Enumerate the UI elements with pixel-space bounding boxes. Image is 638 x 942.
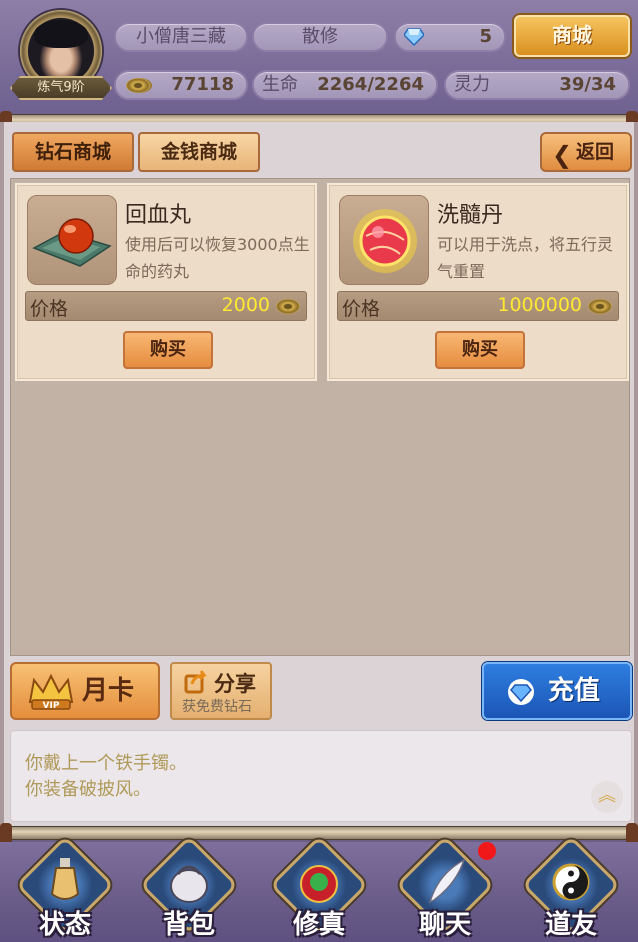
- message-log: 你戴上一个铁手镯。 你装备破披风。 ︽: [10, 730, 632, 822]
- coin-icon: [126, 78, 150, 93]
- item-icon-box: [27, 195, 117, 285]
- monthly-card-button[interactable]: VIP 月卡: [10, 662, 160, 720]
- nav-bag[interactable]: 背包: [134, 835, 244, 942]
- hp-label: 生命: [262, 74, 298, 95]
- item-grid: 回血丸 使用后可以恢复3000点生命的药丸 价格 2000 购买 洗髓丹 可以用…: [10, 178, 630, 656]
- item-name: 回血丸: [125, 203, 192, 228]
- share-button[interactable]: 分享 获免费钻石: [170, 662, 272, 720]
- diamond-icon: [404, 28, 424, 46]
- item-name: 洗髓丹: [437, 203, 504, 228]
- player-sect: 散修: [252, 22, 388, 52]
- nav-friends[interactable]: 道友: [516, 835, 626, 942]
- svg-text:VIP: VIP: [43, 701, 60, 711]
- recharge-button[interactable]: 充值: [482, 662, 632, 720]
- potion-icon: [50, 858, 80, 900]
- item-description: 使用后可以恢复3000点生命的药丸: [125, 235, 310, 281]
- item-icon-box: [339, 195, 429, 285]
- buy-button[interactable]: 购买: [435, 331, 525, 369]
- vip-crown-icon: VIP: [28, 673, 74, 711]
- player-name: 小僧唐三藏: [114, 22, 248, 52]
- price-label: 价格: [342, 298, 381, 320]
- shop-button[interactable]: 商城: [514, 15, 630, 57]
- scroll-rod-bottom: [0, 823, 638, 845]
- nav-status[interactable]: 状态: [10, 835, 120, 942]
- log-line: 你装备破披风。: [25, 779, 151, 800]
- avatar-portrait: [28, 18, 94, 84]
- coin-icon: [276, 299, 300, 314]
- price-label: 价格: [30, 298, 69, 320]
- item-card: 回血丸 使用后可以恢复3000点生命的药丸 价格 2000 购买: [15, 183, 317, 381]
- chevron-left-icon: ❮: [552, 141, 573, 169]
- nav-cultivation[interactable]: 修真: [264, 835, 374, 942]
- diamond-icon: [508, 679, 534, 705]
- spirit-value: 39/34: [559, 74, 616, 95]
- notification-dot: [478, 842, 496, 860]
- feather-icon: [428, 858, 466, 904]
- expand-log-button[interactable]: ︽: [591, 781, 623, 813]
- log-line: 你戴上一个铁手镯。: [25, 753, 187, 774]
- item-description: 可以用于洗点，将五行灵气重置: [437, 235, 614, 281]
- price-bar: 价格 1000000: [337, 291, 619, 321]
- spirit-counter: 灵力 39/34: [444, 70, 630, 100]
- shop-panel: 钻石商城 金钱商城 ❮ 返回 回血丸 使用后可以恢复3000点生命的药丸 价格 …: [0, 122, 638, 830]
- buy-button[interactable]: 购买: [123, 331, 213, 369]
- share-icon: [184, 670, 207, 694]
- diamond-counter: 5: [394, 22, 506, 52]
- player-header: 炼气9阶 小僧唐三藏 散修 5 商城 77118 生命 2264/2264 灵力…: [0, 0, 638, 116]
- hp-counter: 生命 2264/2264: [252, 70, 438, 100]
- diamond-count: 5: [479, 26, 492, 47]
- spirit-label: 灵力: [454, 74, 490, 95]
- hp-value: 2264/2264: [317, 74, 424, 95]
- cultivation-icon: [300, 865, 338, 903]
- red-pill-icon: [32, 218, 112, 267]
- coin-icon: [588, 299, 612, 314]
- bottom-nav: 状态 背包 修真 聊天 道友: [0, 835, 638, 942]
- price-value: 1000000: [497, 294, 582, 316]
- tab-gold-shop[interactable]: 金钱商城: [138, 132, 260, 172]
- item-card: 洗髓丹 可以用于洗点，将五行灵气重置 价格 1000000 购买: [327, 183, 629, 381]
- price-value: 2000: [221, 294, 270, 316]
- bag-icon: [170, 865, 208, 903]
- back-button[interactable]: ❮ 返回: [540, 132, 632, 172]
- glowing-orb-icon: [353, 209, 417, 273]
- gold-counter: 77118: [114, 70, 248, 100]
- tab-diamond-shop[interactable]: 钻石商城: [12, 132, 134, 172]
- yin-yang-icon: [552, 863, 590, 901]
- price-bar: 价格 2000: [25, 291, 307, 321]
- gold-count: 77118: [171, 74, 234, 95]
- rank-badge: 炼气9阶: [10, 76, 112, 100]
